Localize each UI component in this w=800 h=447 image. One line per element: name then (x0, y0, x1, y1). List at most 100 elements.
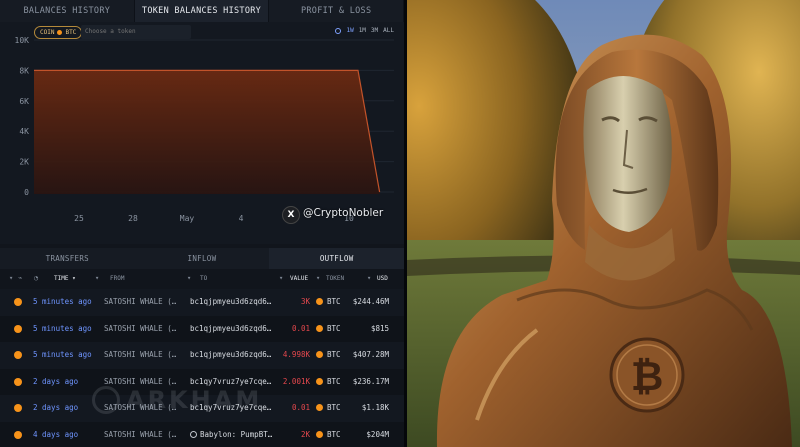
from-filter-icon[interactable]: ▾ (95, 274, 99, 282)
usd-filter-icon[interactable]: ▾ (367, 274, 371, 282)
col-token[interactable]: TOKEN (326, 275, 344, 282)
table-row[interactable]: 4 days ago SATOSHI WHALE (… Babylon: PumpB… (0, 421, 404, 447)
row-value: 3K (300, 297, 310, 306)
y-tick-label: 2K (19, 158, 29, 167)
row-from[interactable]: SATOSHI WHALE (… (104, 377, 176, 386)
btc-icon (14, 404, 22, 412)
btc-token-icon (316, 377, 323, 385)
x-tick-label: 4 (239, 214, 244, 223)
col-time[interactable]: TIME ▾ (54, 275, 76, 282)
y-tick-label: 10K (15, 36, 30, 45)
arkham-logo-icon (92, 386, 120, 414)
row-time[interactable]: 2 days ago (33, 403, 78, 412)
row-token[interactable]: BTC (327, 377, 341, 386)
btc-icon (14, 351, 22, 359)
row-usd: $407.28M (352, 350, 389, 359)
token-balance-chart-panel: COIN BTC 1W 1M 3M ALL 10K8K6K4K2K0 2528M… (0, 22, 404, 244)
watermark-handle: @CryptoNobler (303, 207, 384, 219)
arkham-panel: BALANCES HISTORY TOKEN BALANCES HISTORY … (0, 0, 404, 447)
row-token[interactable]: BTC (327, 324, 341, 333)
tab-transfers[interactable]: TRANSFERS (0, 248, 135, 269)
transfer-tabs: TRANSFERS INFLOW OUTFLOW (0, 248, 404, 269)
row-time[interactable]: 5 minutes ago (33, 297, 92, 306)
transfers-table-header: ▾ ⌁ ◔ TIME ▾ ▾ FROM ▾ TO ▾ VALUE ▾ TOKEN… (0, 271, 404, 287)
y-tick-label: 8K (19, 66, 29, 75)
col-to[interactable]: TO (200, 275, 207, 282)
bust-photo-illustration: ₿ (407, 0, 800, 447)
bitcoin-symbol: ₿ (631, 354, 664, 400)
btc-token-icon (316, 298, 323, 305)
history-tabs: BALANCES HISTORY TOKEN BALANCES HISTORY … (0, 0, 404, 22)
row-to[interactable]: bc1qy7vruz7ye7cqe… (190, 377, 272, 386)
row-usd: $236.17M (352, 376, 389, 386)
row-to-text: bc1qjpmyeu3d6zqd6… (190, 297, 272, 306)
clock-icon[interactable]: ◔ (34, 274, 38, 282)
col-from[interactable]: FROM (110, 275, 124, 282)
filter-icon[interactable]: ▾ (9, 274, 13, 282)
row-time[interactable]: 4 days ago (33, 430, 78, 439)
value-filter-icon[interactable]: ▾ (279, 274, 283, 282)
row-usd: $244.46M (352, 297, 389, 306)
btc-token-icon (316, 404, 323, 411)
y-tick-label: 4K (19, 127, 29, 136)
satoshi-bust-photo: ₿ (407, 0, 800, 447)
row-token[interactable]: BTC (327, 350, 341, 359)
btc-icon (14, 377, 22, 386)
x-tick-label: 28 (128, 214, 138, 223)
col-value[interactable]: VALUE (290, 275, 308, 282)
y-tick-label: 6K (19, 97, 29, 106)
link-icon[interactable]: ⌁ (18, 274, 22, 282)
row-token[interactable]: BTC (327, 430, 341, 439)
row-to-text: bc1qy7vruz7ye7cqe… (190, 376, 272, 386)
row-value: 4.998K (282, 350, 310, 359)
to-filter-icon[interactable]: ▾ (187, 274, 191, 282)
row-value: 0.01 (291, 403, 310, 412)
table-row[interactable]: 5 minutes ago SATOSHI WHALE (… bc1qjpmyeu3… (0, 342, 404, 369)
tab-inflow[interactable]: INFLOW (135, 248, 270, 269)
row-to[interactable]: bc1qjpmyeu3d6zqd6… (190, 350, 272, 359)
btc-icon (14, 430, 22, 439)
row-time[interactable]: 5 minutes ago (33, 350, 92, 359)
table-row[interactable]: 5 minutes ago SATOSHI WHALE (… bc1qjpmyeu3… (0, 315, 404, 342)
btc-token-icon (316, 430, 323, 438)
babylon-icon (190, 430, 197, 438)
x-tick-label: May (180, 214, 195, 223)
row-time[interactable]: 5 minutes ago (33, 324, 92, 333)
btc-icon (14, 298, 22, 306)
x-logo-icon: X (282, 206, 300, 224)
balance-area-fill (34, 70, 380, 194)
row-token[interactable]: BTC (327, 403, 341, 412)
row-to[interactable]: bc1qjpmyeu3d6zqd6… (190, 324, 272, 333)
row-from[interactable]: SATOSHI WHALE (… (104, 430, 176, 439)
row-from[interactable]: SATOSHI WHALE (… (104, 350, 176, 359)
row-usd: $815 (370, 323, 389, 333)
token-filter-icon[interactable]: ▾ (316, 274, 320, 282)
y-tick-label: 0 (24, 188, 29, 197)
row-to[interactable]: Babylon: PumpBT… (190, 430, 272, 439)
row-from[interactable]: SATOSHI WHALE (… (104, 297, 176, 306)
arkham-watermark-text: ARKHAM (126, 386, 263, 414)
row-to-text: bc1qjpmyeu3d6zqd6… (190, 350, 272, 359)
row-usd: $204M (366, 429, 389, 439)
tab-balances-history[interactable]: BALANCES HISTORY (0, 0, 135, 22)
row-to[interactable]: bc1qjpmyeu3d6zqd6… (190, 297, 272, 306)
x-tick-label: 25 (74, 214, 84, 223)
btc-token-icon (316, 351, 323, 358)
row-to-text: bc1qjpmyeu3d6zqd6… (190, 323, 272, 333)
tab-profit-loss[interactable]: PROFIT & LOSS (269, 0, 404, 22)
row-value: 0.01 (291, 323, 310, 333)
row-usd: $1.18K (361, 403, 389, 412)
transfers-table-body: 5 minutes ago SATOSHI WHALE (… bc1qjpmyeu3… (0, 289, 404, 447)
arkham-watermark: ARKHAM (92, 386, 262, 414)
btc-token-icon (316, 324, 323, 332)
row-to-text: Babylon: PumpBT… (200, 429, 272, 439)
table-row[interactable]: 5 minutes ago SATOSHI WHALE (… bc1qjpmyeu3… (0, 289, 404, 316)
row-time[interactable]: 2 days ago (33, 377, 78, 386)
row-token[interactable]: BTC (327, 297, 341, 306)
row-value: 2K (300, 429, 310, 439)
tab-outflow[interactable]: OUTFLOW (269, 248, 404, 269)
tab-token-balances-history[interactable]: TOKEN BALANCES HISTORY (134, 0, 270, 22)
row-from[interactable]: SATOSHI WHALE (… (104, 324, 176, 333)
row-value: 2.001K (282, 376, 310, 386)
col-usd[interactable]: USD (377, 275, 388, 282)
